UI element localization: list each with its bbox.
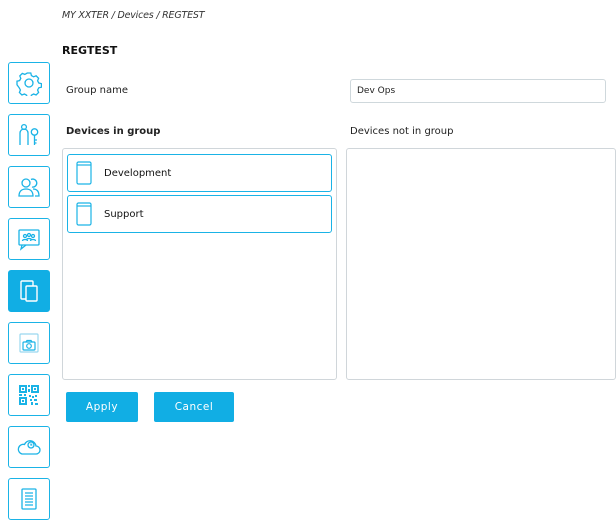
camera-frame-icon	[19, 333, 39, 353]
sidebar-item-access[interactable]	[8, 114, 50, 156]
sidebar-item-users[interactable]	[8, 166, 50, 208]
sidebar-item-documents[interactable]	[8, 478, 50, 520]
document-icon	[21, 488, 37, 510]
device-item-support[interactable]: Support	[67, 195, 332, 233]
group-chat-icon	[18, 229, 40, 251]
cancel-button[interactable]: Cancel	[154, 392, 234, 422]
devices-in-group-list[interactable]: Development Support	[62, 148, 337, 380]
breadcrumb: MY XXTER / Devices / REGTEST	[62, 10, 205, 21]
group-name-label: Group name	[66, 85, 128, 96]
device-icon	[76, 202, 92, 226]
person-key-icon	[19, 123, 39, 145]
sidebar-item-settings[interactable]	[8, 62, 50, 104]
gear-icon	[16, 72, 42, 96]
sidebar	[8, 0, 52, 520]
sidebar-item-qr[interactable]	[8, 374, 50, 416]
cloud-icon	[17, 440, 41, 455]
users-icon	[18, 178, 40, 197]
apply-button[interactable]: Apply	[66, 392, 138, 422]
devices-icon	[20, 280, 38, 302]
page-title: REGTEST	[62, 44, 118, 57]
sidebar-item-cameras[interactable]	[8, 322, 50, 364]
device-label: Development	[104, 167, 172, 179]
device-icon	[76, 161, 92, 185]
device-item-development[interactable]: Development	[67, 154, 332, 192]
sidebar-item-groups[interactable]	[8, 218, 50, 260]
devices-not-in-group-list[interactable]	[346, 148, 616, 380]
sidebar-item-cloud[interactable]	[8, 426, 50, 468]
devices-not-in-group-label: Devices not in group	[350, 126, 454, 137]
devices-in-group-label: Devices in group	[66, 126, 161, 137]
sidebar-item-devices[interactable]	[8, 270, 50, 312]
device-label: Support	[104, 208, 144, 220]
group-name-input[interactable]	[350, 79, 606, 103]
qr-code-icon	[19, 385, 39, 405]
